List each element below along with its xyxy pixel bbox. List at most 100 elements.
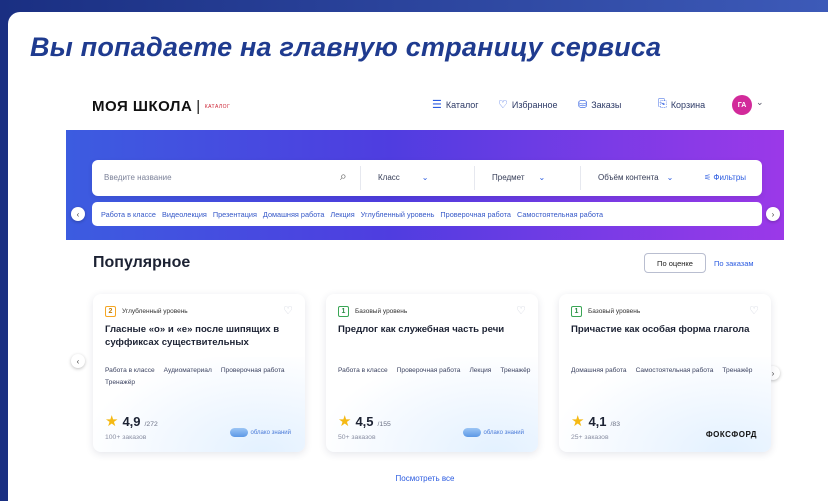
card-tags: Работа в классе Проверочная работа Лекци… bbox=[338, 367, 533, 374]
level-badge: 1 Базовый уровень bbox=[338, 306, 407, 317]
card-title[interactable]: Причастие как особая форма глагола bbox=[571, 324, 761, 337]
chips-row: Работа в классе Видеолекция Презентация … bbox=[92, 202, 762, 226]
cards-prev-arrow[interactable]: ‹ bbox=[71, 354, 85, 368]
chip[interactable]: Презентация bbox=[213, 210, 257, 219]
chips-next-arrow[interactable]: › bbox=[766, 207, 780, 221]
card-tag: Лекция bbox=[469, 367, 492, 374]
rating: ★ 4,5 /155 bbox=[338, 412, 391, 430]
card-tag: Аудиоматериал bbox=[163, 367, 212, 374]
product-card[interactable]: 1 Базовый уровень ♡ Предлог как служебна… bbox=[326, 294, 538, 452]
card-tag: Тренажёр bbox=[722, 367, 753, 374]
chevron-down-icon: ⌄ bbox=[421, 173, 429, 182]
nav-catalog[interactable]: ☰ Каталог bbox=[432, 98, 479, 111]
nav-favorites-label: Избранное bbox=[511, 99, 558, 110]
chevron-down-icon[interactable]: ⌄ bbox=[756, 97, 764, 108]
chip[interactable]: Домашняя работа bbox=[263, 210, 324, 219]
favorite-heart-icon[interactable]: ♡ bbox=[749, 304, 759, 317]
avatar[interactable]: ГА bbox=[732, 95, 752, 115]
cloud-icon bbox=[229, 428, 248, 437]
class-dropdown[interactable]: Класс ⌄ bbox=[378, 173, 428, 182]
brand-name: облако знаний bbox=[483, 429, 524, 436]
rating-value: 4,1 bbox=[588, 414, 607, 429]
chip[interactable]: Работа в классе bbox=[101, 210, 156, 219]
nav-orders[interactable]: ⛁ Заказы bbox=[578, 98, 621, 111]
card-tag: Работа в классе bbox=[105, 367, 155, 374]
brand-logo: облако знаний bbox=[462, 428, 524, 437]
filters-label: Фильтры bbox=[713, 173, 747, 182]
level-label: Базовый уровень bbox=[588, 308, 641, 315]
orders-count: 25+ заказов bbox=[571, 434, 609, 441]
slide-headline: Вы попадаете на главную страницу сервиса bbox=[30, 32, 662, 62]
level-label: Базовый уровень bbox=[355, 308, 408, 315]
divider bbox=[360, 166, 361, 190]
rating-value: 4,5 bbox=[355, 414, 374, 429]
search-bar: Введите название ⌕ Класс ⌄ Предмет ⌄ Объём… bbox=[92, 160, 762, 196]
card-tag: Работа в классе bbox=[338, 367, 388, 374]
divider bbox=[474, 166, 475, 190]
search-input[interactable]: Введите название bbox=[104, 173, 172, 182]
nav-favorites[interactable]: ♡ Избранное bbox=[498, 98, 558, 111]
card-title[interactable]: Гласные «о» и «е» после шипящих в суффик… bbox=[105, 324, 295, 350]
rating-value: 4,9 bbox=[122, 414, 141, 429]
favorite-heart-icon[interactable]: ♡ bbox=[283, 304, 293, 317]
cloud-icon bbox=[462, 428, 481, 437]
logo-text: МОЯ ШКОЛА bbox=[92, 98, 193, 115]
orders-count: 100+ заказов bbox=[105, 434, 147, 441]
rating-count: /272 bbox=[144, 421, 158, 428]
card-tag: Самостоятельная работа bbox=[635, 367, 714, 374]
product-card[interactable]: 1 Базовый уровень ♡ Причастие как особая… bbox=[559, 294, 771, 452]
level-badge: 1 Базовый уровень bbox=[571, 306, 640, 317]
card-tag: Проверочная работа bbox=[220, 367, 285, 374]
sort-by-orders-button[interactable]: По заказам bbox=[714, 259, 754, 268]
product-card[interactable]: 2 Углубленный уровень ♡ Гласные «о» и «е… bbox=[93, 294, 305, 452]
bag-icon: ⎘ bbox=[658, 98, 667, 110]
chip[interactable]: Проверочная работа bbox=[440, 210, 511, 219]
site-logo[interactable]: МОЯ ШКОЛА | КАТАЛОГ bbox=[92, 98, 230, 115]
heart-icon: ♡ bbox=[498, 99, 508, 111]
subject-dropdown-label: Предмет bbox=[492, 173, 525, 182]
chevron-down-icon: ⌄ bbox=[538, 173, 546, 182]
nav-catalog-label: Каталог bbox=[445, 99, 479, 110]
chip[interactable]: Самостоятельная работа bbox=[517, 210, 603, 219]
volume-dropdown[interactable]: Объём контента ⌄ bbox=[598, 173, 673, 182]
chip[interactable]: Лекция bbox=[330, 210, 354, 219]
brand-logo: ФОКСФОРД bbox=[706, 430, 757, 439]
volume-dropdown-label: Объём контента bbox=[598, 173, 659, 182]
chips-prev-arrow[interactable]: ‹ bbox=[71, 207, 85, 221]
orders-count: 50+ заказов bbox=[338, 434, 376, 441]
orders-icon: ⛁ bbox=[578, 99, 588, 111]
card-title[interactable]: Предлог как служебная часть речи bbox=[338, 324, 528, 337]
favorite-heart-icon[interactable]: ♡ bbox=[516, 304, 526, 317]
nav-orders-label: Заказы bbox=[591, 99, 622, 110]
logo-tag: КАТАЛОГ bbox=[204, 104, 231, 111]
card-tag: Домашняя работа bbox=[571, 367, 627, 374]
level-badge: 2 Углубленный уровень bbox=[105, 306, 188, 317]
chip[interactable]: Углубленный уровень bbox=[361, 210, 435, 219]
rating-count: /83 bbox=[610, 421, 620, 428]
card-tag: Тренажёр bbox=[105, 379, 136, 386]
level-number: 2 bbox=[105, 306, 116, 317]
list-icon: ☰ bbox=[432, 99, 442, 111]
card-tag: Тренажёр bbox=[500, 367, 531, 374]
rating: ★ 4,9 /272 bbox=[105, 412, 158, 430]
level-label: Углубленный уровень bbox=[122, 308, 188, 315]
subject-dropdown[interactable]: Предмет ⌄ bbox=[492, 173, 545, 182]
rating-count: /155 bbox=[377, 421, 391, 428]
app-screenshot: МОЯ ШКОЛА | КАТАЛОГ ☰ Каталог ♡ Избранное … bbox=[66, 82, 784, 492]
slide: Вы попадаете на главную страницу сервиса… bbox=[8, 12, 828, 501]
star-icon: ★ bbox=[338, 413, 352, 430]
level-number: 1 bbox=[571, 306, 582, 317]
card-tags: Работа в классе Аудиоматериал Проверочна… bbox=[105, 367, 300, 386]
popular-title: Популярное bbox=[93, 254, 191, 271]
search-icon[interactable]: ⌕ bbox=[340, 169, 347, 184]
sort-by-rating-button[interactable]: По оценке bbox=[644, 253, 706, 273]
divider bbox=[580, 166, 581, 190]
chip[interactable]: Видеолекция bbox=[162, 210, 207, 219]
level-number: 1 bbox=[338, 306, 349, 317]
brand-logo: облако знаний bbox=[229, 428, 291, 437]
class-dropdown-label: Класс bbox=[378, 173, 400, 182]
see-all-link[interactable]: Посмотреть все bbox=[66, 474, 784, 483]
nav-cart[interactable]: ⎘ Корзина bbox=[658, 98, 705, 111]
filters-button[interactable]: ⚟ Фильтры bbox=[704, 173, 746, 182]
rating: ★ 4,1 /83 bbox=[571, 412, 620, 430]
